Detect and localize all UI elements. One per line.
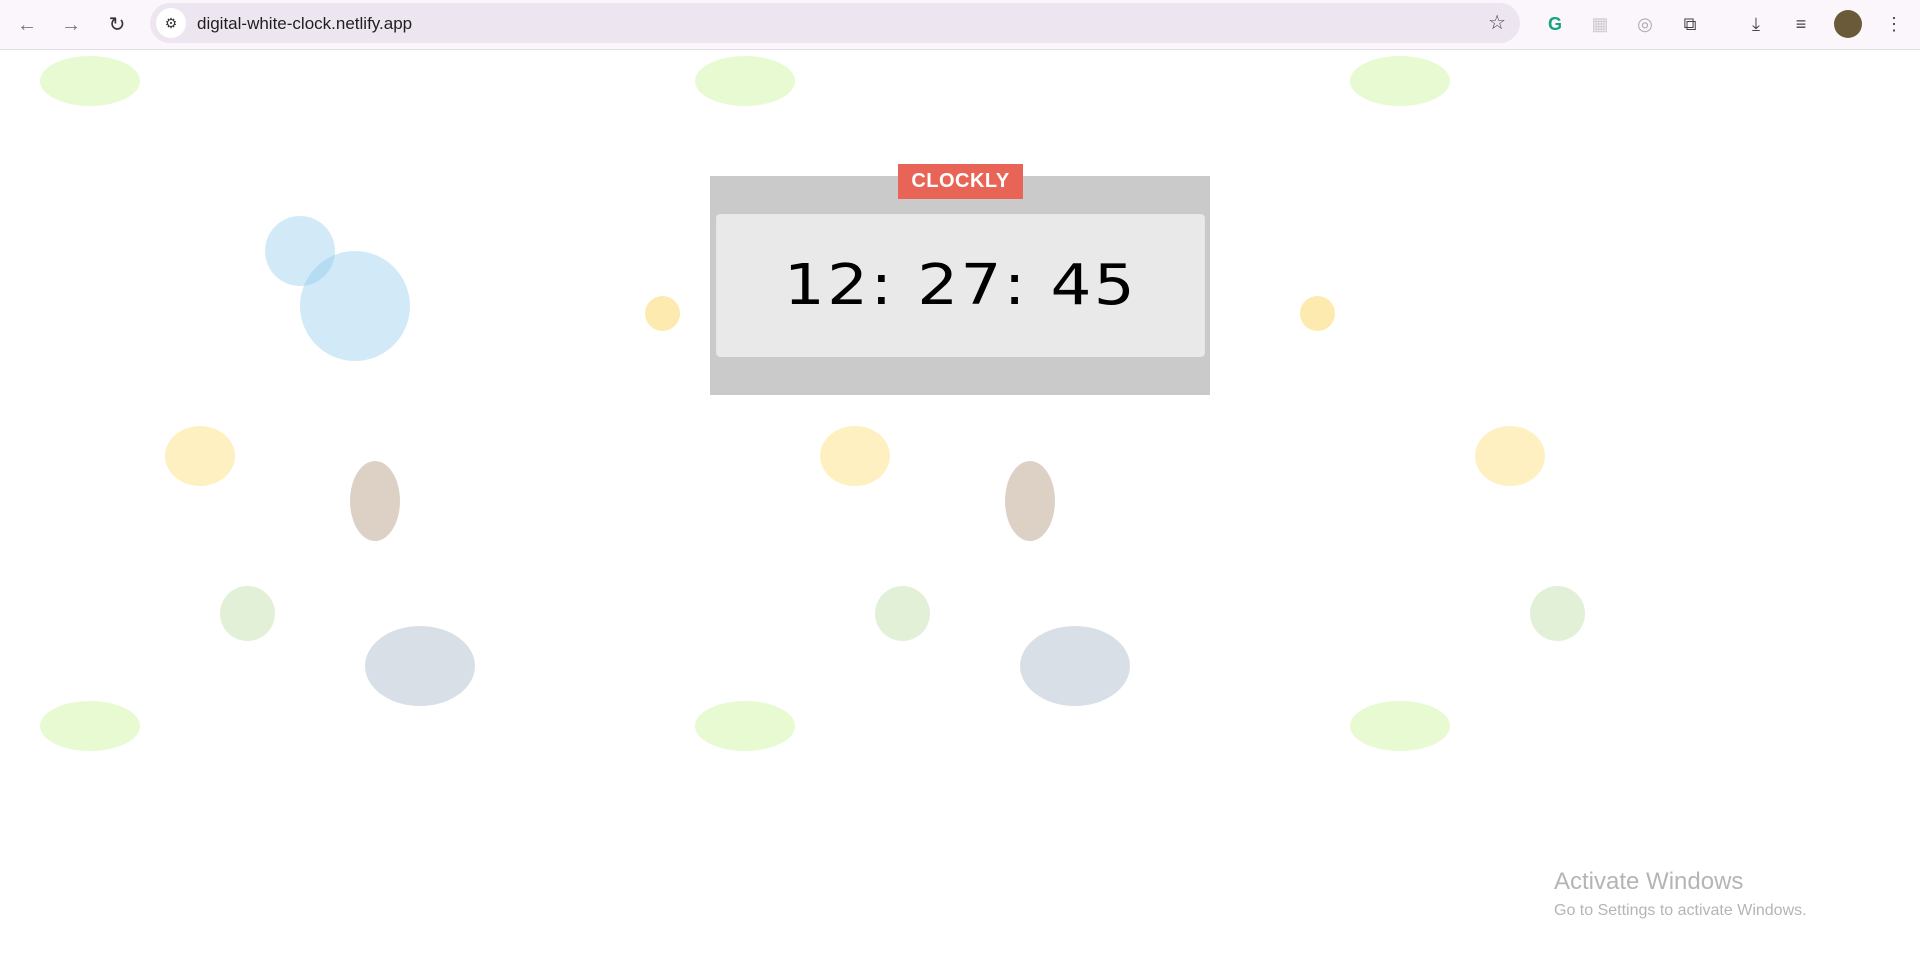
url-text[interactable]: digital-white-clock.netlify.app [197, 14, 412, 34]
grammarly-extension-icon[interactable]: G [1541, 10, 1569, 38]
sun-icon [1300, 296, 1335, 331]
fish-icon [1350, 56, 1450, 106]
activate-windows-title: Activate Windows [1554, 868, 1744, 895]
download-icon[interactable]: ⤓ [1742, 10, 1770, 38]
kiwi-icon [1530, 586, 1585, 641]
squirrel-icon [350, 461, 400, 541]
kiwi-icon [220, 586, 275, 641]
address-bar[interactable]: ⚙ digital-white-clock.netlify.app ☆ [150, 3, 1520, 43]
cheese-icon [1475, 426, 1545, 486]
clock-frame: 12: 27: 45 [710, 176, 1210, 395]
brand-label: CLOCKLY [898, 164, 1023, 199]
fish-icon [40, 56, 140, 106]
menu-icon[interactable]: ⋮ [1880, 10, 1908, 38]
extension-icon[interactable]: ◎ [1631, 10, 1659, 38]
fish-icon [40, 701, 140, 751]
reload-icon[interactable]: ↻ [102, 10, 132, 40]
squirrel-icon [1005, 461, 1055, 541]
extensions-puzzle-icon[interactable]: ⧉ [1676, 10, 1704, 38]
earth-icon [265, 216, 335, 286]
time-display: 12: 27: 45 [716, 214, 1205, 357]
bookmark-star-icon[interactable]: ☆ [1488, 10, 1506, 35]
activate-windows-subtitle: Go to Settings to activate Windows. [1554, 902, 1807, 919]
sun-icon [645, 296, 680, 331]
extension-icon[interactable]: ▦ [1586, 10, 1614, 38]
forward-icon[interactable]: → [56, 10, 86, 40]
cheese-icon [165, 426, 235, 486]
back-icon[interactable]: ← [12, 10, 42, 40]
media-control-icon[interactable]: ≡ [1787, 10, 1815, 38]
browser-toolbar: ← → ↻ ⚙ digital-white-clock.netlify.app … [0, 0, 1920, 50]
profile-avatar[interactable] [1834, 10, 1862, 38]
hippo-icon [365, 626, 475, 706]
hippo-icon [1020, 626, 1130, 706]
fish-icon [695, 701, 795, 751]
site-info-icon[interactable]: ⚙ [156, 8, 186, 38]
cheese-icon [820, 426, 890, 486]
fish-icon [695, 56, 795, 106]
fish-icon [1350, 701, 1450, 751]
kiwi-icon [875, 586, 930, 641]
